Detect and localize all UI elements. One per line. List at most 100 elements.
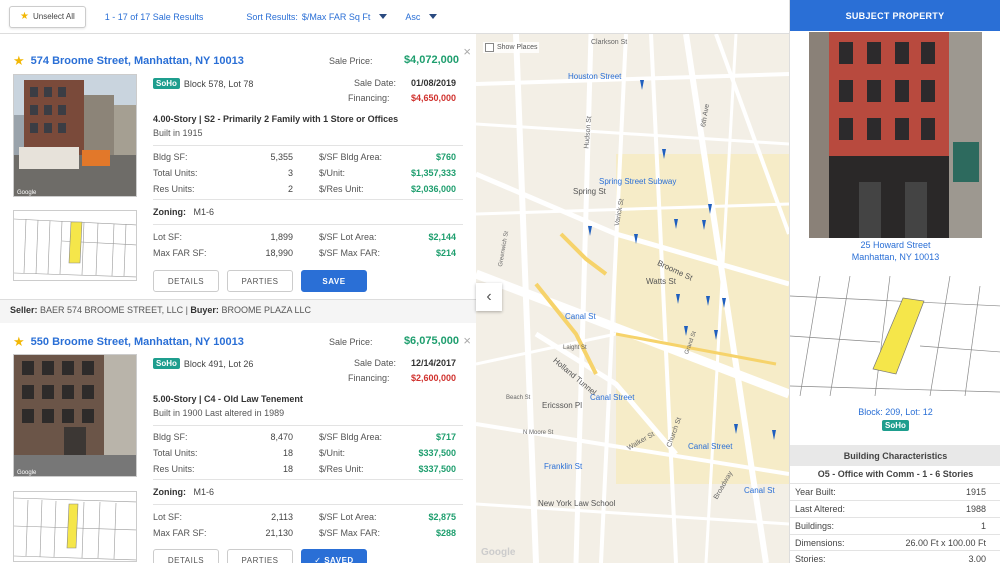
subject-address-line1[interactable]: 25 Howard Street [790, 240, 1000, 250]
divider [153, 199, 463, 200]
stat-value: $2,144 [428, 232, 456, 242]
property-address-link[interactable]: 550 Broome Street, Manhattan, NY 10013 [31, 336, 244, 348]
buyer-label: Buyer: [190, 305, 219, 315]
sale-price-value: $4,072,000 [403, 54, 459, 66]
characteristic-row: Last Altered: 1988 [790, 500, 1000, 517]
stat-value: 1,899 [270, 232, 293, 242]
map-label: Spring Street Subway [599, 177, 677, 186]
map-view[interactable]: Show Places Clarkson St Houston Street S… [476, 34, 789, 563]
characteristic-row: Dimensions: 26.00 Ft x 100.00 Ft [790, 534, 1000, 551]
map-label: Ericsson Pl [542, 401, 583, 410]
results-toolbar: ★ Unselect All 1 - 17 of 17 Sale Results… [0, 0, 789, 34]
parties-button[interactable]: PARTIES [227, 270, 293, 292]
show-places-toggle[interactable]: Show Places [483, 42, 540, 53]
stat-label: $/Unit: [319, 448, 346, 458]
sale-result-card: × ★ 550 Broome Street, Manhattan, NY 100… [0, 323, 476, 563]
stat-row: Bldg SF: 5,355 $/SF Bldg Area: $760 [153, 152, 463, 166]
zoning: Zoning: M1-6 [153, 207, 214, 217]
property-address-link[interactable]: 574 Broome Street, Manhattan, NY 10013 [31, 55, 244, 67]
save-button[interactable]: SAVE [301, 270, 367, 292]
close-icon[interactable]: × [463, 45, 471, 58]
subject-district: SoHo [790, 420, 1000, 431]
stat-label: Res Units: [153, 464, 195, 474]
parties-button[interactable]: PARTIES [227, 549, 293, 563]
block-lot: SoHo Block 491, Lot 26 [153, 358, 253, 369]
stat-value: $337,500 [418, 464, 456, 474]
subject-block-lot: Block: 209, Lot: 12 [858, 407, 933, 417]
buyer-name: BROOME PLAZA LLC [221, 305, 311, 315]
sale-results-list: × ★ 574 Broome Street, Manhattan, NY 100… [0, 34, 476, 563]
order-dropdown[interactable]: Asc [405, 12, 438, 22]
street-photo[interactable]: Google [13, 354, 137, 477]
financing-label: Financing: [348, 373, 390, 383]
year-built: Built in 1915 [153, 128, 203, 138]
stat-value: $760 [435, 152, 456, 162]
stat-label: Res Units: [153, 184, 195, 194]
subject-photo[interactable] [809, 32, 982, 238]
stat-label: Bldg SF: [153, 432, 188, 442]
sort-dropdown-value: $/Max FAR Sq Ft [301, 11, 371, 22]
characteristic-value: 1915 [965, 487, 986, 497]
characteristic-label: Dimensions: [795, 538, 845, 548]
tax-lot-map[interactable] [13, 210, 137, 281]
stat-row: Res Units: 2 $/Res Unit: $2,036,000 [153, 184, 463, 198]
financing-value: $4,650,000 [410, 93, 456, 103]
building-class: O5 - Office with Comm - 1 - 6 Stories [817, 469, 974, 479]
stat-value: 2,113 [271, 512, 293, 522]
stat-label: $/SF Max FAR: [319, 528, 381, 538]
close-icon[interactable]: × [463, 334, 471, 347]
stat-row: Total Units: 18 $/Unit: $337,500 [153, 448, 463, 462]
show-places-checkbox[interactable] [485, 43, 494, 52]
district-badge: SoHo [153, 358, 180, 369]
characteristic-row: Stories: 3.00 [790, 550, 1000, 563]
map-label: Watts St [646, 277, 676, 286]
financing-label: Financing: [348, 93, 390, 103]
stat-value: $2,875 [428, 512, 456, 522]
subject-tax-lot-map[interactable] [790, 276, 1000, 396]
chevron-down-icon [379, 14, 388, 19]
stat-row: Max FAR SF: 21,130 $/SF Max FAR: $288 [153, 528, 463, 542]
sale-date-label: Sale Date: [354, 358, 397, 368]
map-label: Spring St [573, 187, 606, 196]
details-button[interactable]: DETAILS [153, 270, 219, 292]
stat-label: $/Res Unit: [319, 184, 364, 194]
details-button[interactable]: DETAILS [153, 549, 219, 563]
sort-dropdown[interactable]: $/Max FAR Sq Ft [302, 12, 388, 22]
zoning-label: Zoning: [153, 487, 186, 497]
stat-row: Res Units: 18 $/Res Unit: $337,500 [153, 464, 463, 478]
street-photo[interactable]: Google [13, 74, 137, 197]
google-logo: Google [481, 547, 516, 558]
seller-label: Seller: [10, 305, 38, 315]
saved-button[interactable]: ✓ SAVED [301, 549, 367, 563]
collapse-panel-button[interactable]: ‹ [476, 283, 502, 311]
characteristic-value: 1988 [965, 504, 986, 514]
tax-lot-map[interactable] [13, 491, 137, 562]
block-lot-text: Block 578, Lot 78 [183, 78, 254, 89]
zoning-value: M1-6 [193, 207, 215, 217]
subject-address-line2[interactable]: Manhattan, NY 10013 [790, 252, 1000, 262]
stat-label: $/Res Unit: [319, 464, 364, 474]
map-label: N Moore St [523, 430, 554, 436]
characteristic-label: Stories: [795, 554, 826, 563]
zoning-label: Zoning: [153, 207, 186, 217]
star-icon: ★ [20, 11, 29, 22]
sale-date: Sale Date: 12/14/2017 [354, 358, 456, 372]
stat-row: Bldg SF: 8,470 $/SF Bldg Area: $717 [153, 432, 463, 446]
financing-value: $2,600,000 [410, 373, 456, 383]
characteristic-label: Year Built: [795, 487, 836, 497]
map-label: Franklin St [544, 462, 583, 471]
building-characteristics-header: Building Characteristics [790, 445, 1000, 466]
district-badge: SoHo [882, 420, 909, 431]
stat-value: 5,355 [270, 152, 293, 162]
map-label: Laight St [563, 345, 587, 351]
stat-label: $/Unit: [319, 168, 346, 178]
favorite-star-icon[interactable]: ★ [13, 334, 25, 350]
street-map[interactable] [476, 34, 789, 563]
financing: Financing: $2,600,000 [348, 373, 456, 387]
chevron-down-icon [429, 14, 438, 19]
unselect-all-button[interactable]: ★ Unselect All [9, 5, 86, 28]
favorite-star-icon[interactable]: ★ [13, 53, 25, 69]
panel-title: SUBJECT PROPERTY [790, 0, 1000, 31]
building-description: 5.00-Story | C4 - Old Law Tenement [153, 394, 303, 404]
sale-date-label: Sale Date: [354, 78, 397, 88]
